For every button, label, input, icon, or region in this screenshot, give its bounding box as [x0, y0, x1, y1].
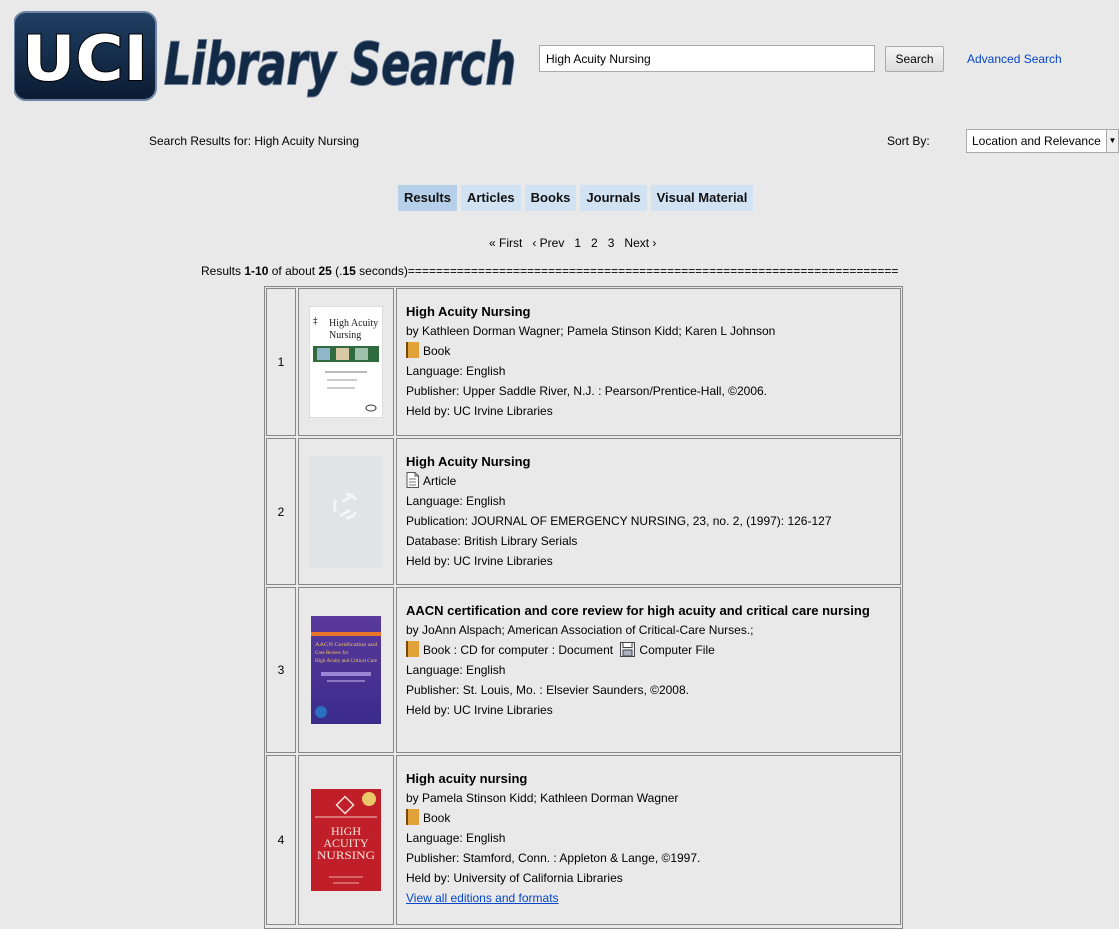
pagination: « First ‹ Prev 1 2 3 Next ›: [489, 236, 666, 250]
page-2-link[interactable]: 2: [591, 236, 598, 250]
search-results-label: Search Results for: High Acuity Nursing: [149, 134, 360, 148]
prev-page-link[interactable]: ‹ Prev: [532, 236, 564, 250]
svg-text:‡: ‡: [313, 317, 318, 327]
sort-by-value: Location and Relevance: [972, 134, 1101, 148]
logo-library-search-text: Library Search: [164, 30, 516, 98]
article-icon: [406, 472, 419, 488]
table-row: 2 High Acuity Nursing Article Language: …: [266, 438, 901, 585]
book-cover-image: HIGH ACUITY NURSING: [311, 789, 381, 891]
summary-of-text: of about: [268, 264, 319, 278]
result-format-label: Article: [423, 474, 457, 488]
result-held-by: Held by: UC Irvine Libraries: [406, 404, 553, 418]
cover-thumbnail[interactable]: HIGH ACUITY NURSING: [298, 755, 394, 925]
page-3-link[interactable]: 3: [608, 236, 615, 250]
table-row: 1 ‡ High Acuity Nursing High Acuity Nurs…: [266, 288, 901, 436]
cover-title-line-1: AACN Certification and: [315, 643, 378, 648]
result-title[interactable]: High Acuity Nursing: [406, 303, 892, 320]
page-1-link[interactable]: 1: [574, 236, 581, 250]
result-held-by: Held by: University of California Librar…: [406, 871, 623, 885]
summary-time: 15: [342, 264, 356, 278]
result-held-by: Held by: UC Irvine Libraries: [406, 703, 553, 717]
result-type-tabs: Results Articles Books Journals Visual M…: [398, 185, 757, 211]
result-title[interactable]: AACN certification and core review for h…: [406, 602, 892, 619]
result-title[interactable]: High Acuity Nursing: [406, 453, 892, 470]
tab-journals[interactable]: Journals: [580, 185, 647, 211]
result-publisher: Publisher: Upper Saddle River, N.J. : Pe…: [406, 384, 768, 398]
result-format: Article: [406, 471, 892, 491]
cover-title-line-3: NURSING: [317, 848, 375, 862]
result-number: 4: [266, 755, 296, 925]
result-format-suffix: Computer File: [639, 643, 715, 657]
next-page-link[interactable]: Next ›: [624, 236, 656, 250]
summary-time-suffix: seconds)================================…: [355, 264, 899, 278]
cover-title-line-2: Core Review for: [315, 651, 349, 656]
result-info: High acuity nursing by Pamela Stinson Ki…: [396, 755, 901, 925]
result-format-label: Book : CD for computer : Document: [423, 643, 614, 657]
book-cover-image: AACN Certification and Core Review for H…: [311, 616, 381, 724]
result-info: AACN certification and core review for h…: [396, 587, 901, 753]
table-row: 3 AACN Certification and Core Review for…: [266, 587, 901, 753]
result-database: Database: British Library Serials: [406, 534, 578, 548]
tab-books[interactable]: Books: [524, 185, 577, 211]
result-language: Language: English: [406, 494, 506, 508]
book-icon: [406, 809, 419, 825]
cover-title-line-1: High Acuity: [329, 318, 378, 329]
results-summary: Results 1-10 of about 25 (.15 seconds)==…: [201, 264, 898, 278]
result-info: High Acuity Nursing by Kathleen Dorman W…: [396, 288, 901, 436]
result-format: Book : CD for computer : Document Comput…: [406, 640, 892, 660]
computer-file-icon: [620, 642, 636, 657]
cover-title-line-3: High Acuity and Critical Care: [315, 659, 378, 664]
tab-articles[interactable]: Articles: [460, 185, 521, 211]
summary-total: 25: [318, 264, 332, 278]
result-number: 1: [266, 288, 296, 436]
result-number: 3: [266, 587, 296, 753]
result-format-label: Book: [423, 811, 451, 825]
results-table: 1 ‡ High Acuity Nursing High Acuity Nurs…: [264, 286, 903, 929]
table-row: 4 HIGH ACUITY NURSING High acuity nursin…: [266, 755, 901, 925]
cover-thumbnail[interactable]: [298, 438, 394, 585]
advanced-search-link[interactable]: Advanced Search: [967, 52, 1062, 66]
sort-by-label: Sort By:: [887, 134, 930, 148]
result-language: Language: English: [406, 364, 506, 378]
uci-library-search-logo[interactable]: UCI Library Search: [14, 10, 522, 110]
summary-range: 1-10: [244, 264, 269, 278]
result-info: High Acuity Nursing Article Language: En…: [396, 438, 901, 585]
result-format: Book: [406, 808, 892, 828]
result-format-label: Book: [423, 344, 451, 358]
view-all-editions-link[interactable]: View all editions and formats: [406, 891, 559, 905]
book-cover-image: ‡ High Acuity Nursing: [309, 306, 383, 418]
result-title[interactable]: High acuity nursing: [406, 770, 892, 787]
result-authors: by Pamela Stinson Kidd; Kathleen Dorman …: [406, 791, 679, 805]
result-authors: by JoAnn Alspach; American Association o…: [406, 623, 754, 637]
logo-uci-text: UCI: [22, 22, 148, 95]
result-language: Language: English: [406, 663, 506, 677]
result-authors: by Kathleen Dorman Wagner; Pamela Stinso…: [406, 324, 776, 338]
result-publication: Publication: JOURNAL OF EMERGENCY NURSIN…: [406, 514, 832, 528]
first-page-link[interactable]: « First: [489, 236, 522, 250]
book-icon: [406, 641, 419, 657]
result-format: Book: [406, 341, 892, 361]
search-input[interactable]: [539, 45, 875, 72]
tab-results[interactable]: Results: [398, 185, 457, 211]
cover-thumbnail[interactable]: AACN Certification and Core Review for H…: [298, 587, 394, 753]
summary-prefix: Results: [201, 264, 245, 278]
result-publisher: Publisher: St. Louis, Mo. : Elsevier Sau…: [406, 683, 689, 697]
tab-visual-material[interactable]: Visual Material: [650, 185, 754, 211]
sort-by-select[interactable]: Location and Relevance ▼: [966, 129, 1119, 153]
result-held-by: Held by: UC Irvine Libraries: [406, 554, 553, 568]
result-number: 2: [266, 438, 296, 585]
cover-title-line-2: Nursing: [329, 330, 361, 341]
placeholder-cover-image: [309, 455, 383, 568]
result-publisher: Publisher: Stamford, Conn. : Appleton & …: [406, 851, 701, 865]
book-icon: [406, 342, 419, 358]
cover-thumbnail[interactable]: ‡ High Acuity Nursing: [298, 288, 394, 436]
summary-time-prefix: (.: [331, 264, 343, 278]
search-button[interactable]: Search: [885, 46, 944, 72]
result-language: Language: English: [406, 831, 506, 845]
chevron-down-icon[interactable]: ▼: [1106, 130, 1118, 152]
